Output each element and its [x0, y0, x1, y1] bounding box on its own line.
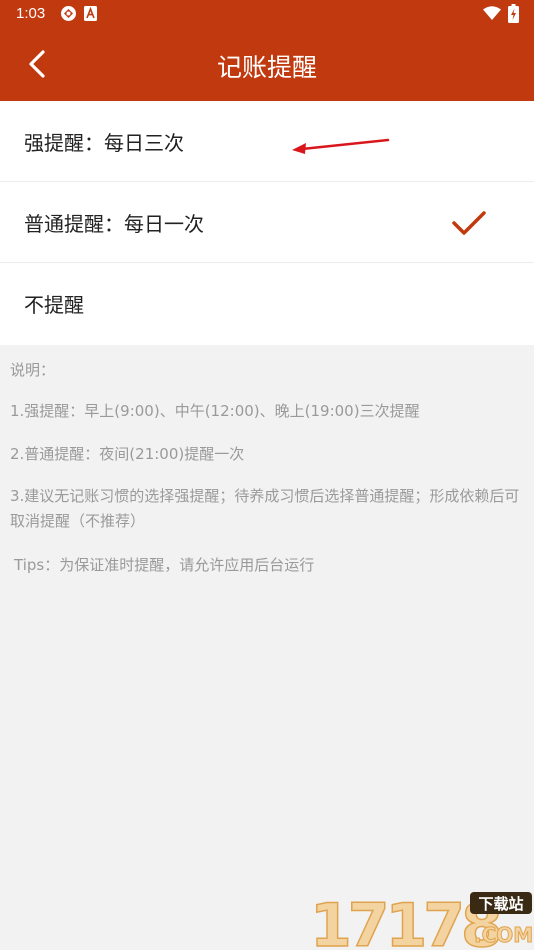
app-notification-icon	[61, 6, 76, 21]
status-time: 1:03	[16, 5, 46, 22]
note-item: 3.建议无记账习惯的选择强提醒；待养成习惯后选择普通提醒；形成依赖后可取消提醒（…	[10, 487, 520, 530]
tips-text: Tips：为保证准时提醒，请允许应用后台运行	[14, 556, 315, 574]
option-normal-reminder[interactable]: 普通提醒：每日一次	[0, 182, 534, 263]
reminder-option-list: 强提醒：每日三次 普通提醒：每日一次 不提醒	[0, 101, 534, 345]
option-label: 不提醒	[24, 293, 84, 317]
option-label: 普通提醒：每日一次	[24, 212, 204, 236]
page-title: 记账提醒	[216, 53, 317, 82]
wifi-icon	[483, 6, 501, 20]
option-strong-reminder[interactable]: 强提醒：每日三次	[0, 101, 534, 182]
status-bar: 1:03	[0, 0, 534, 28]
a-letter-notification-icon	[84, 6, 97, 21]
note-item: 2.普通提醒：夜间(21:00)提醒一次	[10, 445, 245, 463]
option-no-reminder[interactable]: 不提醒	[0, 263, 534, 345]
watermark-logo: 17178 下载站 .COM	[309, 890, 533, 950]
notes-heading: 说明：	[10, 361, 56, 379]
option-label: 强提醒：每日三次	[24, 131, 184, 155]
battery-charging-icon	[508, 4, 519, 23]
note-item: 1.强提醒：早上(9:00)、中午(12:00)、晚上(19:00)三次提醒	[10, 402, 420, 420]
watermark-number: 17178	[310, 891, 500, 950]
watermark-tag: 下载站	[478, 895, 523, 913]
app-bar: 记账提醒	[0, 28, 534, 101]
watermark-suffix: .COM	[474, 923, 533, 947]
checkmark-icon	[452, 211, 486, 235]
